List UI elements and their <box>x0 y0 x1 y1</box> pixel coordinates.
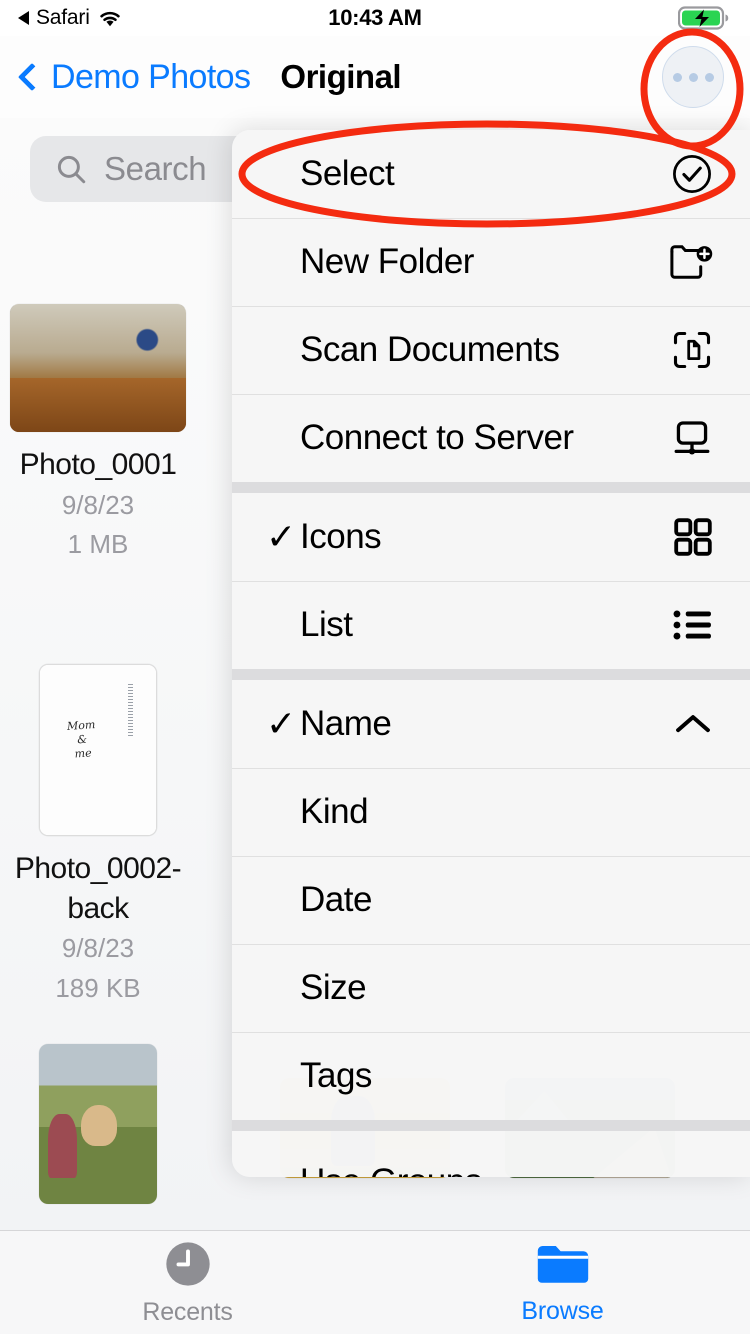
context-menu: Select New Folder Scan Documents Connect… <box>232 130 750 1177</box>
menu-item-checkmark: ✓ <box>266 516 297 557</box>
checkmark-circle-icon <box>660 152 714 196</box>
menu-item-label: Name <box>300 704 392 743</box>
folder-icon <box>537 1246 588 1283</box>
file-item[interactable] <box>0 1044 208 1204</box>
status-bar-back-to-app[interactable]: Safari <box>18 6 123 30</box>
menu-section-divider <box>232 1120 750 1131</box>
tab-browse[interactable]: Browse <box>375 1231 750 1334</box>
menu-item-kind[interactable]: Kind <box>232 768 750 856</box>
handwritten-note-text: Mom & me <box>66 718 96 761</box>
wifi-icon <box>99 11 120 27</box>
menu-item-tags[interactable]: Tags <box>232 1032 750 1120</box>
ellipsis-dot <box>672 72 682 82</box>
menu-item-label: Use Groups <box>300 1162 660 1177</box>
file-thumbnail <box>10 304 186 432</box>
file-item[interactable]: Photo_0001 9/8/23 1 MB <box>0 304 208 564</box>
status-bar: Safari 10:43 AM <box>0 0 750 36</box>
menu-item-label: List <box>300 605 353 644</box>
menu-item-name[interactable]: ✓ Name <box>232 680 750 768</box>
file-thumbnail: Mom & me <box>39 664 157 836</box>
navigation-bar: Demo Photos Original <box>0 36 750 118</box>
menu-item-date[interactable]: Date <box>232 856 750 944</box>
menu-item-label: Size <box>300 968 367 1007</box>
ellipsis-dot <box>688 72 698 82</box>
menu-item-label: Date <box>300 880 372 919</box>
list-icon <box>660 606 714 644</box>
back-app-label: Safari <box>36 6 90 29</box>
ellipsis-dot <box>704 72 714 82</box>
battery-charging-icon <box>678 5 732 31</box>
tab-label: Recents <box>142 1298 233 1326</box>
grid-icon <box>660 516 714 558</box>
file-item[interactable]: Mom & me Photo_0002-back 9/8/23 189 KB <box>0 664 208 1008</box>
menu-section-divider <box>232 669 750 680</box>
server-display-icon <box>660 416 714 460</box>
menu-item-label: Connect to Server <box>300 418 574 457</box>
back-triangle-icon <box>18 11 29 25</box>
more-options-button[interactable] <box>662 46 724 108</box>
back-button[interactable]: Demo Photos <box>17 57 251 97</box>
chevron-up-icon <box>660 710 714 738</box>
menu-item-icons[interactable]: ✓ Icons <box>232 493 750 581</box>
menu-item-label: Tags <box>300 1056 372 1095</box>
file-name: Photo_0002-back <box>14 852 182 925</box>
document-scanner-icon <box>660 328 714 372</box>
file-size: 1 MB <box>67 529 129 560</box>
page-title: Original <box>280 58 402 95</box>
chevron-left-icon <box>17 62 47 92</box>
menu-item-list[interactable]: List <box>232 581 750 669</box>
menu-item-label: Select <box>300 154 395 193</box>
file-date: 9/8/23 <box>61 489 135 520</box>
menu-item-use-groups[interactable]: Use Groups <box>232 1131 750 1177</box>
menu-item-connect-to-server[interactable]: Connect to Server <box>232 394 750 482</box>
search-placeholder: Search <box>104 150 207 187</box>
file-date: 9/8/23 <box>61 933 135 964</box>
menu-item-label: Scan Documents <box>300 330 560 369</box>
folder-plus-icon <box>660 241 714 283</box>
file-name: Photo_0001 <box>19 448 177 481</box>
menu-item-label: New Folder <box>300 242 474 281</box>
menu-section-divider <box>232 482 750 493</box>
menu-item-label: Icons <box>300 517 382 556</box>
menu-item-new-folder[interactable]: New Folder <box>232 218 750 306</box>
menu-item-scan-documents[interactable]: Scan Documents <box>232 306 750 394</box>
file-thumbnail <box>39 1044 157 1204</box>
tab-recents[interactable]: Recents <box>0 1231 375 1334</box>
tab-label: Browse <box>521 1297 604 1325</box>
search-icon <box>57 155 86 184</box>
file-size: 189 KB <box>55 972 141 1003</box>
tab-bar: Recents Browse <box>0 1230 750 1334</box>
clock-icon <box>165 1242 210 1286</box>
menu-item-select[interactable]: Select <box>232 130 750 218</box>
menu-item-checkmark: ✓ <box>266 703 297 744</box>
back-button-label: Demo Photos <box>51 57 251 96</box>
menu-item-label: Kind <box>300 792 369 831</box>
menu-item-size[interactable]: Size <box>232 944 750 1032</box>
